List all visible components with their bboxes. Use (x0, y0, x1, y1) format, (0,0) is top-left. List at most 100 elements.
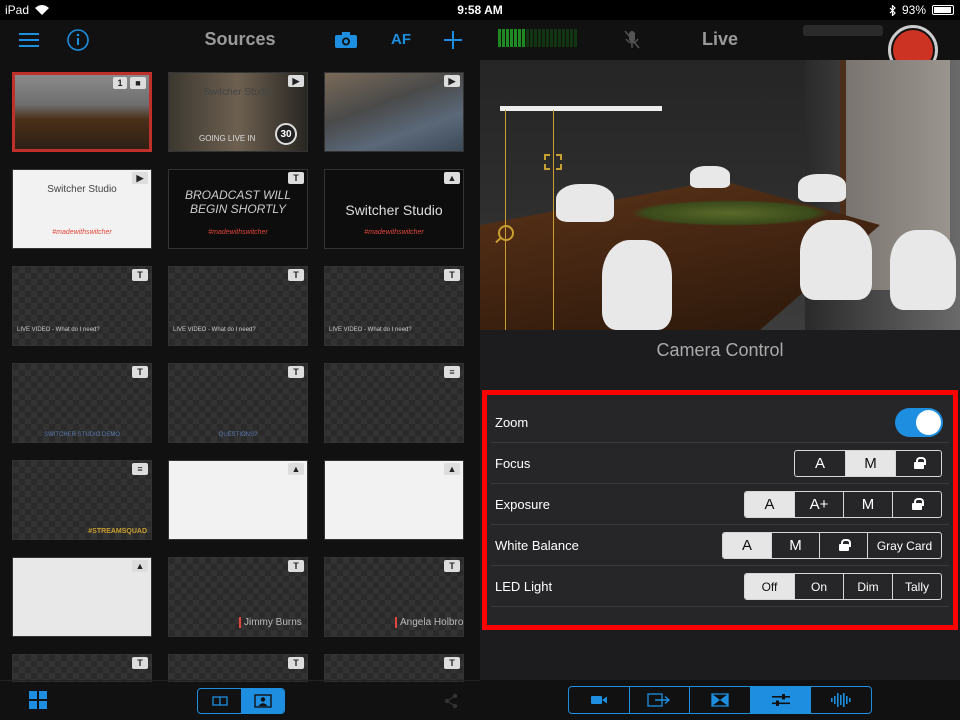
play-badge-icon: ▶ (132, 172, 148, 184)
focus-point-icon[interactable] (544, 154, 562, 170)
layers-badge-icon: ≡ (132, 463, 148, 475)
split-layout-button[interactable] (198, 689, 241, 713)
thumbnail-brand: Switcher Studio (345, 202, 443, 218)
T-badge-icon: T (444, 269, 460, 281)
camera-number-badge: 1 (113, 77, 127, 89)
source-thumbnail[interactable]: SWITCHER STUDIO DEMO T (12, 363, 152, 443)
clock: 9:58 AM (457, 3, 503, 17)
exposure-lock-button[interactable] (892, 492, 941, 517)
img-badge-icon: ▲ (288, 463, 304, 475)
exposure-option[interactable]: A+ (794, 492, 843, 517)
white-balance-option[interactable]: M (771, 533, 819, 558)
portrait-layout-button[interactable] (241, 689, 284, 713)
exposure-option[interactable]: M (843, 492, 892, 517)
white-balance-option[interactable]: Gray Card (867, 533, 941, 558)
mode-selector (568, 686, 872, 714)
camera-preview[interactable] (480, 60, 960, 330)
layers-badge-icon: ≡ (444, 366, 460, 378)
preview-plants (630, 200, 830, 226)
battery-icon (932, 5, 954, 15)
focus-slider-track[interactable] (553, 110, 554, 330)
play-badge-icon: ▶ (444, 75, 460, 87)
thumbnail-hashtag: #madewithswitcher (208, 229, 268, 236)
source-thumbnail[interactable]: BROADCAST WILL BEGIN SHORTLY #madewithswi… (168, 169, 308, 249)
source-thumbnail[interactable]: ▲ (12, 557, 152, 637)
exposure-label: Exposure (495, 497, 550, 512)
cam-badge-icon: ■ (130, 77, 146, 89)
transition-mode-button[interactable] (689, 687, 750, 713)
source-thumbnail[interactable]: 1 ■ (12, 72, 152, 152)
lower-third-name: Angela Holbrook (395, 617, 463, 628)
zoom-toggle[interactable] (895, 408, 943, 437)
white-balance-option[interactable]: A (723, 533, 771, 558)
thumbnail-hashtag: #madewithswitcher (364, 229, 424, 236)
source-thumbnail[interactable]: LIVE VIDEO - What do I need? T (168, 266, 308, 346)
led-light-option[interactable]: Tally (892, 574, 941, 599)
zoom-knob-icon[interactable] (498, 225, 514, 241)
thumbnail-subcaption: QUESTIONS? (218, 432, 258, 438)
led-light-option[interactable]: Dim (843, 574, 892, 599)
share-icon[interactable] (444, 693, 458, 714)
output-icon (647, 693, 671, 707)
source-thumbnail[interactable]: ▲ (168, 460, 308, 540)
source-thumbnail[interactable]: T (324, 654, 464, 682)
led-light-option[interactable]: On (794, 574, 843, 599)
white-balance-segment: A M Gray Card (722, 532, 942, 559)
transition-icon (711, 693, 729, 707)
audio-mode-button[interactable] (810, 687, 871, 713)
source-thumbnail[interactable]: Angela Holbrook T (324, 557, 464, 637)
camera-icon[interactable] (332, 26, 360, 54)
source-thumbnail[interactable]: ▲ (324, 460, 464, 540)
thumbnail-caption: LIVE VIDEO - What do I need? (17, 327, 100, 333)
source-thumbnail[interactable]: Switcher Studio GOING LIVE IN 30 ▶ (168, 72, 308, 152)
source-thumbnail[interactable]: QUESTIONS? T (168, 363, 308, 443)
lower-third-name: Jimmy Burns (239, 617, 302, 628)
source-thumbnail[interactable]: ▶ (324, 72, 464, 152)
white-balance-row: White Balance A M Gray Card (491, 525, 949, 566)
source-thumbnail[interactable]: #STREAMSQUAD ≡ (12, 460, 152, 540)
camera-mode-button[interactable] (569, 687, 629, 713)
thumbnail-caption: GOING LIVE IN (199, 134, 256, 143)
source-thumbnail[interactable]: T (168, 654, 308, 682)
source-thumbnail[interactable]: T (12, 654, 152, 682)
source-thumbnail[interactable]: Switcher Studio #madewithswitcher ▶ (12, 169, 152, 249)
focus-option[interactable]: A (795, 451, 845, 476)
white-balance-lock-button[interactable] (819, 533, 867, 558)
T-badge-icon: T (132, 269, 148, 281)
preview-chair (602, 240, 672, 330)
lock-icon (912, 498, 924, 510)
thumbnail-brand: Switcher Studio (47, 184, 117, 195)
output-mode-button[interactable] (628, 687, 690, 713)
sources-header: Sources AF (0, 20, 480, 60)
live-panel: Live Camera Control Zoom Focus A M Expos… (480, 20, 960, 720)
white-balance-label: White Balance (495, 538, 579, 553)
camera-control-title: Camera Control (656, 340, 784, 360)
source-thumbnail[interactable]: ≡ (324, 363, 464, 443)
preview-shelf (500, 106, 662, 111)
audio-wave-icon (831, 693, 851, 707)
T-badge-icon: T (288, 172, 304, 184)
thumbnail-brand: Switcher Studio (203, 87, 273, 98)
source-thumbnail[interactable]: Switcher Studio #madewithswitcher ▲ (324, 169, 464, 249)
thumbnail-subcaption: SWITCHER STUDIO DEMO (44, 432, 120, 438)
source-thumbnail[interactable]: Jimmy Burns T (168, 557, 308, 637)
add-icon[interactable] (439, 26, 467, 54)
focus-lock-button[interactable] (895, 451, 941, 476)
T-badge-icon: T (288, 269, 304, 281)
thumbnail-caption: LIVE VIDEO - What do I need? (173, 327, 256, 333)
focus-segment: AM (794, 450, 942, 477)
led-light-label: LED Light (495, 579, 553, 594)
exposure-option[interactable]: A (745, 492, 794, 517)
T-badge-icon: T (132, 366, 148, 378)
source-thumbnail[interactable]: LIVE VIDEO - What do I need? T (324, 266, 464, 346)
source-thumbnail[interactable]: LIVE VIDEO - What do I need? T (12, 266, 152, 346)
focus-option[interactable]: M (845, 451, 895, 476)
battery-percent: 93% (901, 3, 926, 17)
led-light-option[interactable]: Off (745, 574, 794, 599)
grid-view-icon[interactable] (29, 691, 47, 714)
zoom-slider-track[interactable] (505, 110, 506, 330)
camera-settings-mode-button[interactable] (749, 687, 811, 713)
status-bar: iPad 9:58 AM 93% (0, 0, 960, 20)
preview-chair (800, 220, 872, 300)
autofocus-button[interactable]: AF (391, 31, 411, 48)
